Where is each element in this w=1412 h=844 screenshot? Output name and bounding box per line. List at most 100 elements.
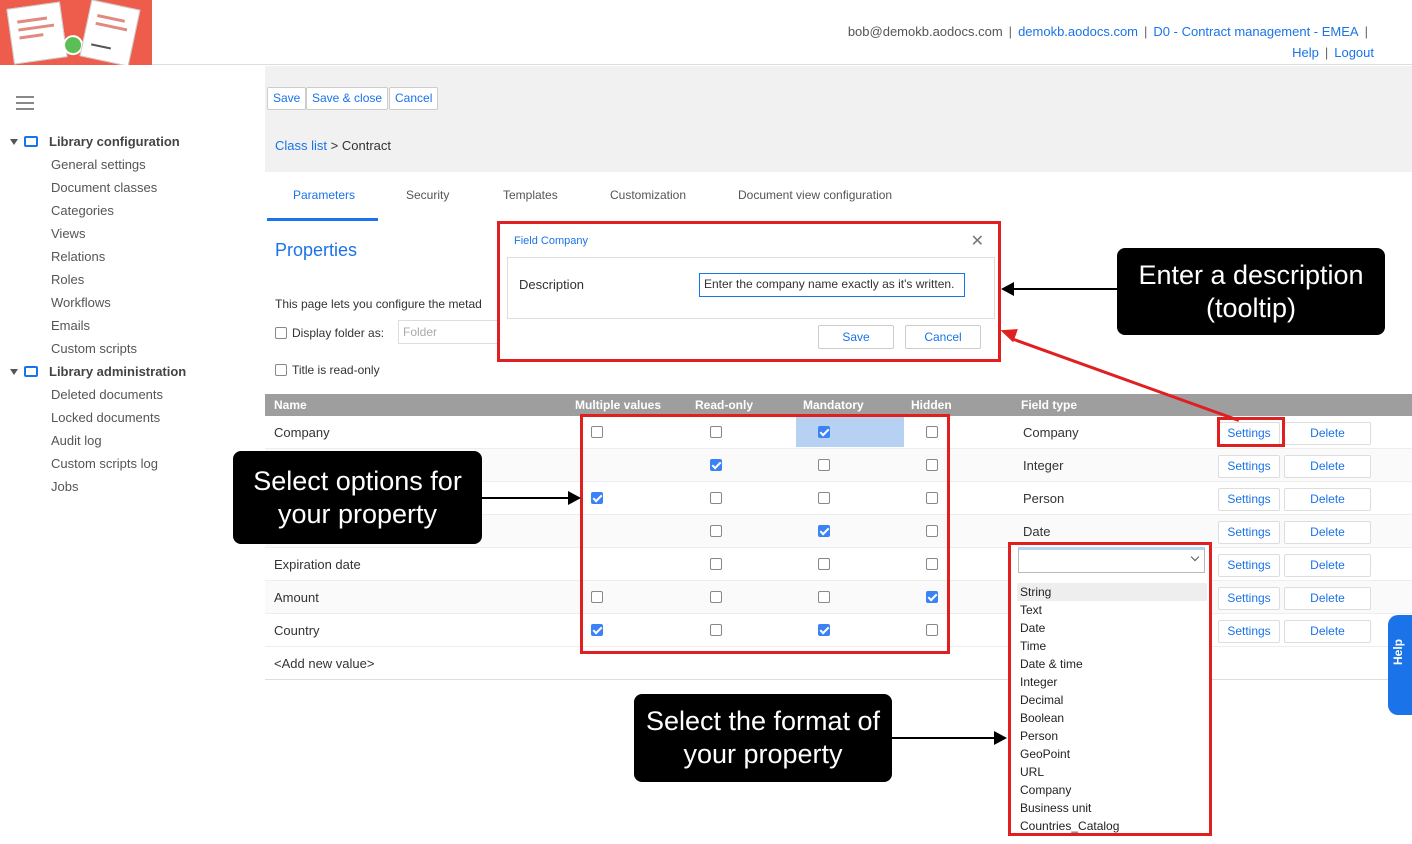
tab-security[interactable]: Security [406,188,449,202]
sidebar-item-categories[interactable]: Categories [51,203,114,218]
sidebar-item-views[interactable]: Views [51,226,85,241]
field-type-option[interactable]: Date [1017,619,1207,637]
field-type-option[interactable]: Decimal [1017,691,1207,709]
field-type-option[interactable]: GeoPoint [1017,745,1207,763]
field-type-option[interactable]: Text [1017,601,1207,619]
field-type-option[interactable]: URL [1017,763,1207,781]
field-type-option[interactable]: String [1017,583,1207,601]
field-type-select[interactable] [1018,547,1205,573]
title-readonly-checkbox[interactable] [275,364,287,376]
sidebar-item-emails[interactable]: Emails [51,318,90,333]
delete-button[interactable]: Delete [1284,455,1371,478]
delete-button[interactable]: Delete [1284,620,1371,643]
field-name: Country [274,623,320,638]
save-close-button[interactable]: Save & close [306,87,389,110]
help-link[interactable]: Help [1292,45,1319,60]
folder-input[interactable]: Folder [398,320,498,344]
sidebar-item-relations[interactable]: Relations [51,249,105,264]
breadcrumb-current: Contract [341,138,391,153]
options-highlight [580,414,950,654]
help-tab[interactable]: Help [1388,615,1412,715]
close-icon[interactable]: ✕ [971,231,984,251]
tab-templates[interactable]: Templates [503,188,558,202]
field-type[interactable]: Company [1023,425,1079,440]
field-type-option[interactable]: Boolean [1017,709,1207,727]
breadcrumb-class-list[interactable]: Class list [275,138,327,153]
sidebar-item-workflows[interactable]: Workflows [51,295,111,310]
tab-customization[interactable]: Customization [610,188,686,202]
table-header: Name Multiple values Read-only Mandatory… [265,394,1412,416]
col-multiple-values: Multiple values [575,398,662,412]
field-type[interactable]: Integer [1023,458,1063,473]
document-icon [6,1,85,65]
cancel-button[interactable]: Cancel [389,87,439,110]
field-type-option[interactable]: Countries_Catalog [1017,817,1207,835]
folder-icon [24,366,38,377]
dialog-title: Field Company [514,235,588,247]
user-email: bob@demokb.aodocs.com [847,24,1003,39]
field-type-option[interactable]: Time [1017,637,1207,655]
field-type-option[interactable]: Business unit [1017,799,1207,817]
caret-down-icon [10,368,18,375]
app-logo[interactable] [0,0,152,65]
field-name: Expiration date [274,557,361,572]
callout-format: Select the format of your property [634,694,892,782]
field-type-option[interactable]: Person [1017,727,1207,745]
dialog-save-button[interactable]: Save [818,325,894,349]
field-type-option[interactable]: Integer [1017,673,1207,691]
sidebar-item-roles[interactable]: Roles [51,272,84,287]
sidebar-section-library-administration[interactable]: Library administration [10,364,186,379]
settings-button[interactable]: Settings [1218,521,1280,544]
sidebar-item-audit-log[interactable]: Audit log [51,433,102,448]
field-type-dropdown: String Text Date Time Date & time Integer Deci… [1008,542,1212,836]
field-description-dialog: Field Company ✕ Description Enter the co… [497,221,1001,362]
sidebar-item-document-classes[interactable]: Document classes [51,180,157,195]
display-folder-row: Display folder as: [275,326,384,340]
sidebar-item-locked-documents[interactable]: Locked documents [51,410,160,425]
settings-button[interactable]: Settings [1218,620,1280,643]
menu-icon[interactable] [16,96,34,114]
settings-button[interactable]: Settings [1218,455,1280,478]
sidebar-item-deleted-documents[interactable]: Deleted documents [51,387,163,402]
callout-description: Enter a description (tooltip) [1117,248,1385,335]
arrowhead-icon [994,731,1007,745]
sidebar-item-general-settings[interactable]: General settings [51,157,146,172]
field-type[interactable]: Date [1023,524,1050,539]
delete-button[interactable]: Delete [1284,488,1371,511]
logout-link[interactable]: Logout [1334,45,1374,60]
settings-button[interactable]: Settings [1218,587,1280,610]
col-mandatory: Mandatory [803,398,864,412]
settings-button[interactable]: Settings [1218,554,1280,577]
domain-link[interactable]: demokb.aodocs.com [1018,24,1138,39]
description-input[interactable]: Enter the company name exactly as it's w… [699,273,965,297]
active-tab-indicator [267,218,378,221]
delete-button[interactable]: Delete [1284,422,1371,445]
tab-bar: Parameters Security Templates Customizat… [265,172,925,222]
col-read-only: Read-only [695,398,754,412]
sidebar-item-jobs[interactable]: Jobs [51,479,78,494]
delete-button[interactable]: Delete [1284,554,1371,577]
sidebar-item-custom-scripts-log[interactable]: Custom scripts log [51,456,158,471]
description-label: Description [519,277,585,292]
save-button[interactable]: Save [267,87,307,110]
delete-button[interactable]: Delete [1284,521,1371,544]
properties-description: This page lets you configure the metad [275,297,482,311]
settings-button[interactable]: Settings [1218,488,1280,511]
breadcrumb: Class list > Contract [275,138,391,153]
field-type-option[interactable]: Company [1017,781,1207,799]
delete-button[interactable]: Delete [1284,587,1371,610]
field-type-option[interactable]: Date & time [1017,655,1207,673]
library-link[interactable]: D0 - Contract management - EMEA [1153,24,1358,39]
arrowhead-icon [568,491,581,505]
settings-highlight [1217,417,1285,447]
app-header: bob@demokb.aodocs.com | demokb.aodocs.com |… [0,0,1412,65]
sidebar-section-library-configuration[interactable]: Library configuration [10,134,180,149]
sidebar-item-custom-scripts[interactable]: Custom scripts [51,341,137,356]
display-folder-checkbox[interactable] [275,327,287,339]
tab-document-view-configuration[interactable]: Document view configuration [738,188,892,202]
field-name: Company [274,425,330,440]
arrowhead-icon [1001,282,1014,296]
dialog-cancel-button[interactable]: Cancel [905,325,981,349]
field-type[interactable]: Person [1023,491,1064,506]
tab-parameters[interactable]: Parameters [293,188,355,202]
